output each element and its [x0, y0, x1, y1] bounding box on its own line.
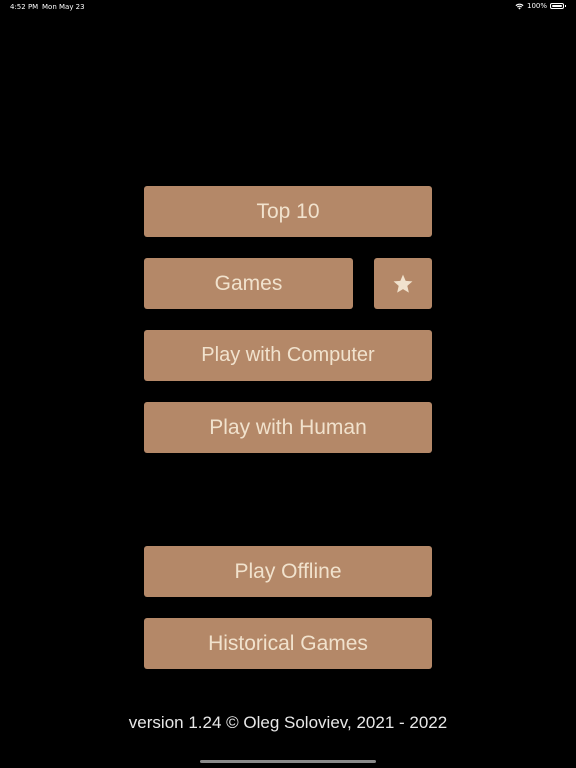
battery-percent: 100%	[526, 2, 547, 10]
historical-games-label: Historical Games	[208, 631, 368, 655]
top10-button[interactable]: Top 10	[144, 186, 432, 237]
play-with-computer-label: Play with Computer	[201, 344, 375, 366]
app-screen: 4:52 PM Mon May 23 100% Top 10 Games Pla…	[0, 0, 576, 768]
version-footer: version 1.24 © Oleg Soloviev, 2021 - 202…	[128, 713, 448, 732]
games-button[interactable]: Games	[144, 258, 353, 309]
status-bar: 4:52 PM Mon May 23 100%	[0, 0, 576, 14]
games-button-label: Games	[214, 271, 283, 295]
play-offline-label: Play Offline	[234, 559, 342, 583]
play-with-human-label: Play with Human	[209, 415, 367, 439]
play-with-human-button[interactable]: Play with Human	[144, 402, 432, 453]
play-offline-button[interactable]: Play Offline	[144, 546, 432, 597]
battery-icon	[550, 3, 566, 9]
historical-games-button[interactable]: Historical Games	[144, 618, 432, 669]
status-indicators: 100%	[515, 2, 566, 10]
star-icon	[393, 274, 413, 293]
top10-button-label: Top 10	[256, 199, 320, 223]
status-time: 4:52 PM	[10, 3, 39, 11]
wifi-icon	[515, 3, 524, 9]
home-indicator[interactable]	[200, 760, 376, 763]
favorites-button[interactable]	[374, 258, 432, 309]
status-date: Mon May 23	[42, 3, 85, 11]
play-with-computer-button[interactable]: Play with Computer	[144, 330, 432, 381]
